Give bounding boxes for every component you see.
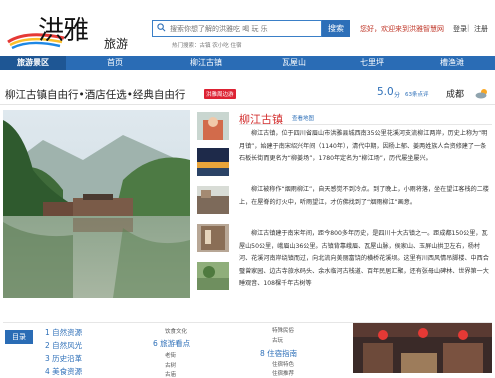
river-town-image xyxy=(3,110,190,298)
toc-subitem[interactable]: 特殊民俗 xyxy=(272,326,294,334)
thumbnail-5[interactable] xyxy=(197,262,229,290)
thumbnail-1[interactable] xyxy=(197,112,229,140)
thumbnail-image xyxy=(197,262,229,290)
nav-item-wawushan[interactable]: 瓦屋山 xyxy=(254,56,334,70)
tag-badge: 洪雅周边游 xyxy=(204,89,236,99)
search-button[interactable]: 搜索 xyxy=(322,20,350,37)
toc-item[interactable]: 8 住宿指南 xyxy=(260,348,297,359)
nav-item-scenic[interactable]: 旅游景区 xyxy=(0,56,66,70)
title-divider xyxy=(0,104,495,105)
search-icon xyxy=(157,23,166,32)
rating-unit: 分 xyxy=(394,92,401,99)
toc-subitem[interactable]: 住宿推荐 xyxy=(272,369,294,377)
article-paragraph: 柳江古镇建于南宋年间，距今800多年历史，是四川十大古镇之一。距成都150公里，… xyxy=(239,230,489,288)
thumbnail-image xyxy=(197,224,229,252)
toc-subitem[interactable]: 饮食文化 xyxy=(165,327,187,335)
nav-item-home[interactable]: 首页 xyxy=(82,56,148,70)
article-divider xyxy=(239,124,492,125)
reviews-link[interactable]: 63条点评 xyxy=(405,90,429,98)
street-night-image xyxy=(353,323,492,373)
toc-photo[interactable] xyxy=(353,323,492,373)
header-separator: | xyxy=(467,24,470,32)
toc-subitem[interactable]: 住宿特色 xyxy=(272,360,294,368)
welcome-message: 您好，欢迎来到洪雅智慧网 xyxy=(360,25,444,33)
thumbnail-2[interactable] xyxy=(197,148,229,176)
site-logo[interactable]: 洪雅 xyxy=(6,8,96,50)
article-paragraph: 柳江被称作“烟雨柳江”，自天感觉不到冷点。到了晚上，小雨将落，坐在望江客栈的二楼… xyxy=(239,186,489,206)
toc-subitem[interactable]: 老街 xyxy=(165,351,176,359)
toc-subitem[interactable]: 古玩 xyxy=(272,336,283,344)
thumbnail-3[interactable] xyxy=(197,186,229,214)
login-link[interactable]: 登录 xyxy=(453,24,467,34)
thumbnail-image xyxy=(197,186,229,214)
page-title: 柳江古镇自由行•酒店任选•经典自由行 xyxy=(5,89,186,101)
nav-item-qiliping[interactable]: 七里坪 xyxy=(332,56,412,70)
toc-item[interactable]: 3 历史沿革 xyxy=(45,353,82,364)
hot-searches[interactable]: 热门搜索：古镇 农小吃 住宿 xyxy=(172,41,242,49)
nav-item-liujiang[interactable]: 柳江古镇 xyxy=(166,56,246,70)
toc-item[interactable]: 1 自然资源 xyxy=(45,327,82,338)
rating-score: 5.0 xyxy=(377,86,394,98)
article-paragraph: 柳江古镇，位于四川省眉山市洪雅县城西南35公里花溪河支流柳江两岸，历史上称为“明… xyxy=(239,130,488,163)
logo-text: 洪雅 xyxy=(38,16,89,46)
map-link[interactable]: 查看地图 xyxy=(292,114,314,122)
thumbnail-image xyxy=(197,112,229,140)
cloud-sun-icon xyxy=(475,89,487,99)
thumbnail-4[interactable] xyxy=(197,224,229,252)
nav-item-caoyutan[interactable]: 槽渔滩 xyxy=(412,56,492,70)
toc-subitem[interactable]: 古庙 xyxy=(165,370,176,378)
main-photo[interactable] xyxy=(3,110,190,298)
search-input[interactable] xyxy=(170,20,320,37)
toc-label: 目录 xyxy=(5,330,33,344)
register-link[interactable]: 注册 xyxy=(474,24,488,34)
logo-section-label: 旅游 xyxy=(104,37,129,51)
toc-subitem[interactable]: 古树 xyxy=(165,361,176,369)
toc-item[interactable]: 2 自然风光 xyxy=(45,340,82,351)
toc-item[interactable]: 6 旅游看点 xyxy=(153,338,190,349)
thumbnail-image xyxy=(197,148,229,176)
toc-item[interactable]: 4 美食资源 xyxy=(45,366,82,377)
city-name: 成都 xyxy=(446,90,465,100)
